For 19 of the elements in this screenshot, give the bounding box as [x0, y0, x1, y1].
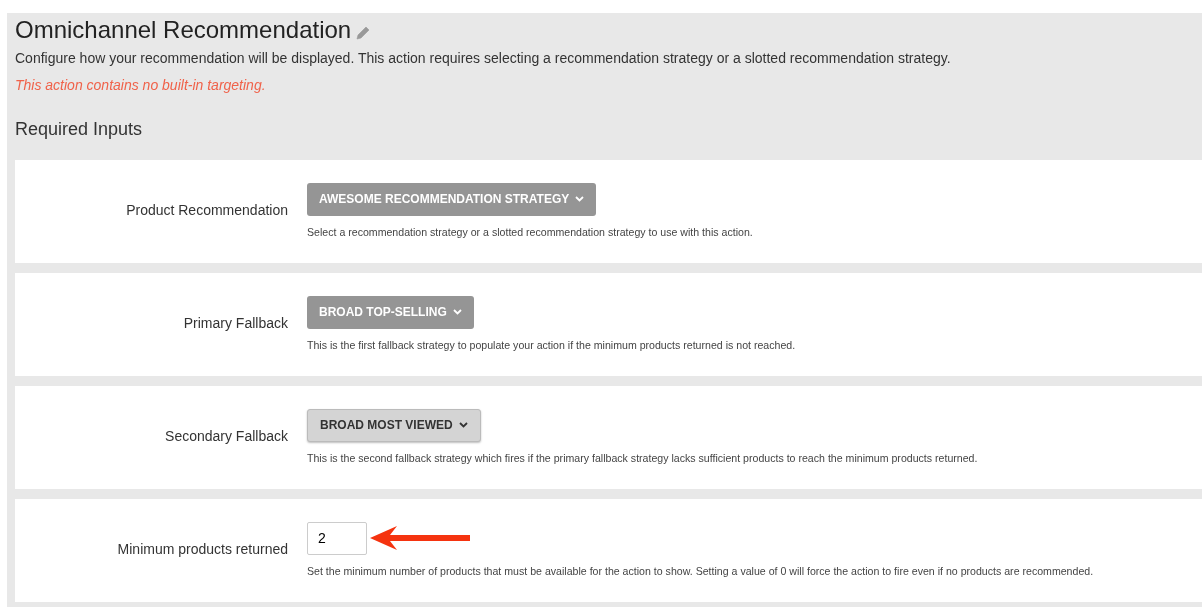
page-title: Omnichannel Recommendation: [15, 15, 352, 45]
help-text: This is the second fallback strategy which fires if the primary fallback strategy lacks sufficient products to reach the minimum products returned.: [307, 450, 979, 466]
caret-icon: [458, 422, 468, 429]
help-text: This is the first fallback strategy to populate your action if the minimum products returned is not reached.: [307, 337, 797, 353]
field-label: Product Recommendation: [125, 201, 288, 220]
description: Configure how your recommendation will be displayed. This action requires selecting a recommendation strategy or a slotted recommendation strategy.: [15, 49, 952, 68]
pencil-icon[interactable]: [355, 25, 372, 41]
section-title: Required Inputs: [15, 118, 144, 140]
caret-icon: [575, 196, 585, 203]
field-label: Minimum products returned: [116, 540, 288, 559]
arrow-icon: [370, 525, 470, 552]
help-text: Select a recommendation strategy or a slotted recommendation strategy to use with this action.: [307, 224, 754, 240]
help-text: Set the minimum number of products that must be available for the action to show. Setting a value of 0 will force the action to fire even if no products are recommended.: [307, 563, 1095, 579]
field-label: Secondary Fallback: [164, 427, 288, 446]
number-field[interactable]: 2: [307, 521, 367, 555]
strategy-dropdown[interactable]: BROAD MOST VIEWED: [307, 408, 481, 442]
field-label: Primary Fallback: [182, 314, 288, 333]
warning-text: This action contains no built-in targeting.: [15, 76, 267, 95]
caret-icon: [452, 309, 462, 316]
